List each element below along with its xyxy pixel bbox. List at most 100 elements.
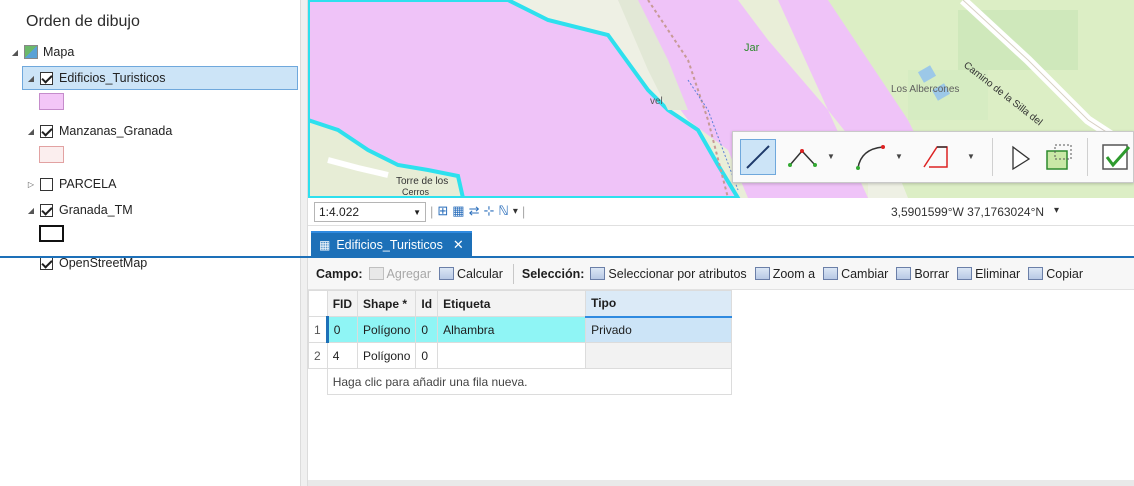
toc-map-row[interactable]: ◢ Mapa	[10, 42, 74, 62]
close-icon[interactable]: ✕	[453, 237, 464, 253]
chevron-down-icon[interactable]: ▾	[1054, 205, 1059, 219]
app-window: Orden de dibujo ◢ Mapa ◢ Edificios_Turis…	[0, 0, 1134, 486]
tab-label: Edificios_Turisticos	[336, 237, 443, 252]
status-tools: | ⊞ ▦ ⇄ ⊹ ℕ ▾ |	[430, 203, 525, 219]
layer-visibility-checkbox[interactable]	[40, 71, 53, 85]
expand-icon[interactable]: ▷	[26, 180, 36, 189]
cell-tipo[interactable]: Privado	[585, 316, 733, 343]
toc-layer-granada-tm[interactable]: ◢ Granada_TM	[26, 200, 133, 220]
cell-fid[interactable]: 4	[326, 342, 359, 369]
contents-pane: Orden de dibujo ◢ Mapa ◢ Edificios_Turis…	[0, 0, 300, 486]
layer-symbol-swatch[interactable]	[39, 225, 64, 242]
select-tool[interactable]	[1003, 139, 1039, 175]
map-icon	[24, 45, 38, 59]
layer-name: Manzanas_Granada	[59, 124, 173, 138]
cell-etiqueta[interactable]	[437, 342, 587, 369]
tab-edificios-turisticos[interactable]: ▦ Edificios_Turisticos ✕	[311, 231, 472, 256]
line-segment-icon	[746, 145, 770, 169]
toc-layer-parcela[interactable]: ▷ PARCELA	[26, 174, 117, 194]
line-segment-tool[interactable]	[740, 139, 776, 175]
layer-visibility-checkbox[interactable]	[40, 256, 53, 270]
chevron-down-icon[interactable]: ▾	[513, 206, 518, 217]
pane-splitter[interactable]	[300, 0, 308, 486]
cell-shape[interactable]: Polígono	[357, 316, 417, 343]
calculator-icon	[439, 267, 455, 280]
layer-symbol-swatch[interactable]	[39, 93, 64, 110]
cell-id[interactable]: 0	[415, 342, 439, 369]
pointer-icon	[1012, 145, 1031, 171]
collapse-icon[interactable]: ◢	[26, 206, 36, 215]
map-status-bar: 1:4.022 ▼ | ⊞ ▦ ⇄ ⊹ ℕ ▾ | 3,5901599°W 37…	[308, 198, 1134, 226]
layer-name: PARCELA	[59, 177, 117, 191]
table-header-row: FID Shape * Id Etiqueta Tipo	[308, 290, 733, 318]
add-field-button[interactable]: Agregar	[368, 267, 431, 281]
table-row[interactable]: 2 4 Polígono 0	[308, 342, 733, 369]
select-by-attributes-button[interactable]: Seleccionar por atributos	[590, 266, 747, 281]
ruler-icon[interactable]: ⊹	[484, 203, 495, 219]
delete-label: Eliminar	[975, 266, 1021, 281]
layer-symbol-swatch[interactable]	[39, 146, 64, 163]
right-angle-tool[interactable]	[919, 139, 955, 175]
scale-dropdown[interactable]: 1:4.022 ▼	[314, 202, 426, 222]
coordinate-readout[interactable]: 3,5901599°W 37,1763024°N ▾	[891, 205, 1059, 219]
column-header-etiqueta[interactable]: Etiqueta	[437, 290, 587, 317]
cell-fid[interactable]: 0	[326, 316, 359, 343]
map-label-torre-2: Cerros	[402, 187, 430, 197]
accept-tool[interactable]	[1097, 139, 1133, 175]
row-header-corner[interactable]	[308, 290, 328, 317]
map-label-jar: Jar	[744, 42, 760, 54]
delete-button[interactable]: Eliminar	[957, 267, 1020, 281]
toc-layer-edificios[interactable]: ◢ Edificios_Turisticos	[22, 66, 298, 90]
collapse-icon[interactable]: ◢	[10, 48, 20, 57]
map-label-vel: vel	[650, 96, 663, 107]
campo-label: Campo:	[316, 266, 363, 281]
chevron-down-icon[interactable]: ▼	[827, 152, 835, 161]
zoom-to-icon	[754, 267, 770, 280]
layer-visibility-checkbox[interactable]	[40, 177, 53, 191]
delete-icon	[957, 267, 973, 280]
new-row-hint[interactable]: Haga clic para añadir una fila nueva.	[326, 368, 733, 395]
select-by-attributes-icon	[590, 267, 606, 280]
copy-label: Copiar	[1046, 266, 1084, 281]
calculate-field-button[interactable]: Calcular	[439, 267, 503, 281]
layer-visibility-checkbox[interactable]	[40, 124, 53, 138]
constraints-icon[interactable]: ⇄	[469, 203, 480, 219]
polyline-tool[interactable]	[785, 139, 821, 175]
collapse-icon[interactable]: ◢	[26, 127, 36, 136]
select-by-attributes-label: Seleccionar por atributos	[608, 266, 747, 281]
new-row[interactable]: Haga clic para añadir una fila nueva.	[308, 368, 733, 395]
snapping-icon[interactable]: ⊞	[437, 203, 448, 219]
switch-selection-button[interactable]: Cambiar	[823, 267, 888, 281]
layer-name: Granada_TM	[59, 203, 133, 217]
column-header-tipo[interactable]: Tipo	[585, 290, 733, 318]
chevron-down-icon[interactable]: ▼	[895, 152, 903, 161]
cell-tipo[interactable]	[585, 342, 733, 369]
zoom-to-label: Zoom a	[772, 266, 816, 281]
arc-tool[interactable]	[853, 139, 889, 175]
construction-toolbar: ▼ ▼ ▼	[732, 131, 1134, 183]
toc-layer-manzanas[interactable]: ◢ Manzanas_Granada	[26, 121, 172, 141]
cell-id[interactable]: 0	[415, 316, 439, 343]
layer-visibility-checkbox[interactable]	[40, 203, 53, 217]
collapse-icon[interactable]: ◢	[26, 74, 36, 83]
table-row[interactable]: 1 0 Polígono 0 Alhambra Privado	[308, 316, 733, 343]
chevron-down-icon[interactable]: ▼	[967, 152, 975, 161]
row-index[interactable]: 1	[308, 316, 329, 343]
zoom-to-button[interactable]: Zoom a	[754, 266, 816, 281]
clear-label: Borrar	[914, 266, 950, 281]
north-arrow-icon[interactable]: ℕ	[498, 203, 508, 219]
arc-icon	[856, 145, 885, 170]
cell-etiqueta[interactable]: Alhambra	[437, 316, 587, 343]
column-header-shape[interactable]: Shape *	[357, 290, 417, 317]
finish-sketch-tool[interactable]	[1041, 139, 1077, 175]
map-label-albercones: Los Albercones	[891, 84, 960, 95]
horizontal-scrollbar[interactable]	[308, 480, 1134, 486]
clear-icon	[896, 267, 912, 280]
clear-selection-button[interactable]: Borrar	[896, 267, 949, 281]
column-header-id[interactable]: Id	[415, 290, 439, 317]
cell-shape[interactable]: Polígono	[357, 342, 417, 369]
row-index[interactable]: 2	[308, 342, 328, 369]
column-header-fid[interactable]: FID	[326, 290, 359, 317]
copy-button[interactable]: Copiar	[1028, 267, 1083, 281]
grid-icon[interactable]: ▦	[452, 203, 464, 219]
